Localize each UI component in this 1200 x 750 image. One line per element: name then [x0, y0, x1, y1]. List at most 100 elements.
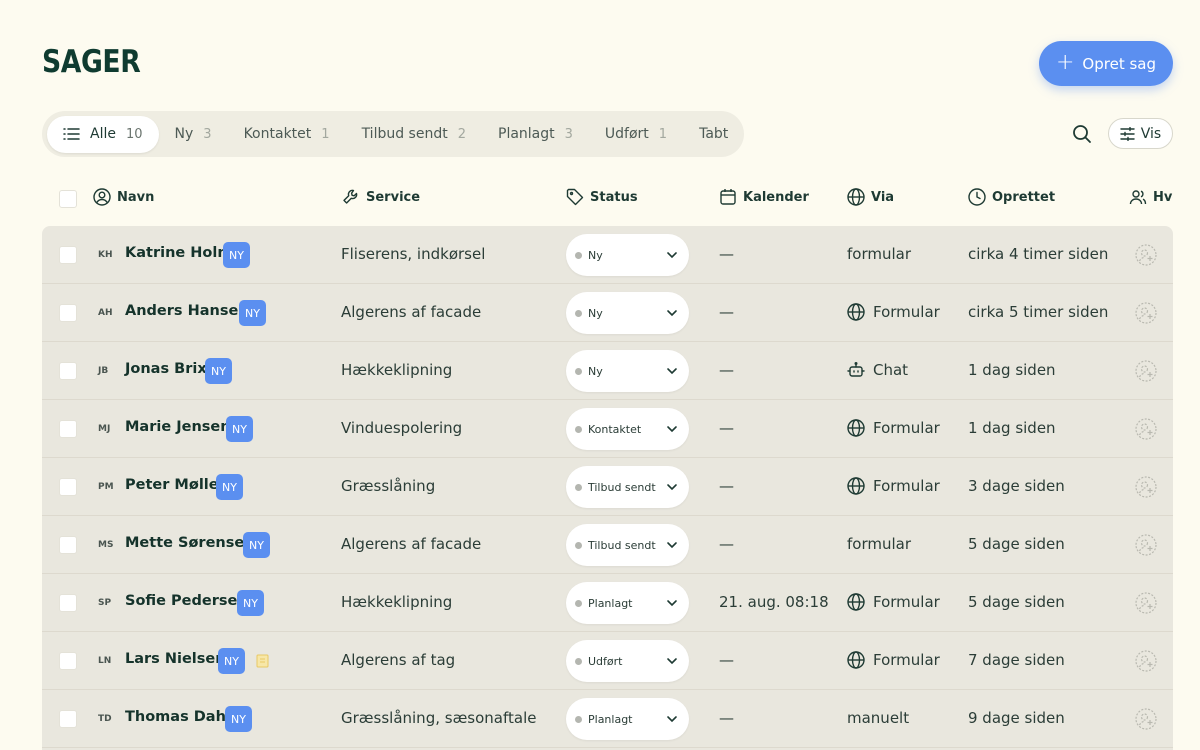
- customer-name[interactable]: Thomas Dahl: [125, 709, 231, 725]
- calendar-value: —: [719, 361, 734, 379]
- via-value: manuelt: [847, 709, 910, 727]
- tab-alle[interactable]: Alle 10: [47, 115, 159, 153]
- row-checkbox[interactable]: [59, 652, 77, 670]
- add-user-icon[interactable]: [1135, 302, 1157, 324]
- row-checkbox[interactable]: [59, 420, 77, 438]
- table-row[interactable]: PM Peter Møller NY Græsslåning Tilbud se…: [42, 458, 1173, 516]
- calendar-value: —: [719, 477, 734, 495]
- via-cell: manuelt: [847, 709, 909, 727]
- avatar: JB: [98, 366, 109, 376]
- tab-count: 3: [564, 126, 573, 142]
- select-all-checkbox[interactable]: [59, 190, 77, 208]
- calendar-value: —: [719, 303, 734, 321]
- table-row[interactable]: MS Mette Sørensen NY Algerens af facade …: [42, 516, 1173, 574]
- row-checkbox[interactable]: [59, 304, 77, 322]
- customer-name[interactable]: Sofie Pedersen: [125, 593, 248, 609]
- status-dropdown[interactable]: Ny: [566, 292, 689, 334]
- status-dropdown[interactable]: Tilbud sendt: [566, 466, 689, 508]
- column-label: Kalender: [743, 189, 809, 205]
- status-dot: [575, 367, 582, 375]
- created-value: 7 dage siden: [968, 651, 1065, 669]
- row-checkbox[interactable]: [59, 246, 77, 264]
- status-dropdown[interactable]: Ny: [566, 350, 689, 392]
- tab-tilbud-sendt[interactable]: Tilbud sendt 2: [346, 116, 482, 153]
- note-icon[interactable]: [256, 654, 269, 668]
- table-header: Navn Service Status Kalender Via Oprette…: [42, 176, 1173, 218]
- customer-name[interactable]: Mette Sørensen: [125, 535, 255, 551]
- tab-label: Ny: [174, 126, 194, 142]
- table-row[interactable]: JB Jonas Brix NY Hækkeklipning Ny — Chat…: [42, 342, 1173, 400]
- column-header-name[interactable]: Navn: [93, 188, 154, 206]
- service-text: Algerens af tag: [341, 651, 456, 669]
- status-value: Ny: [588, 248, 603, 262]
- tab-label: Planlagt: [498, 126, 555, 142]
- tab-udfoert[interactable]: Udført 1: [589, 116, 683, 153]
- status-dropdown[interactable]: Planlagt: [566, 582, 689, 624]
- new-badge: NY: [205, 358, 232, 384]
- row-checkbox[interactable]: [59, 362, 77, 380]
- add-user-icon[interactable]: [1135, 650, 1157, 672]
- table-row[interactable]: TD Thomas Dahl NY Græsslåning, sæsonafta…: [42, 690, 1173, 748]
- column-header-service[interactable]: Service: [342, 188, 420, 206]
- status-dot: [575, 251, 582, 259]
- tab-tabt[interactable]: Tabt: [683, 116, 744, 153]
- column-header-status[interactable]: Status: [566, 188, 638, 206]
- customer-name[interactable]: Lars Nielsen: [125, 651, 226, 667]
- via-cell: formular: [847, 245, 911, 263]
- table-row[interactable]: KH Katrine Holm NY Fliserens, indkørsel …: [42, 226, 1173, 284]
- new-badge: NY: [225, 706, 252, 732]
- status-value: Kontaktet: [588, 422, 642, 436]
- table-row[interactable]: MJ Marie Jensen NY Vinduespolering Konta…: [42, 400, 1173, 458]
- add-user-icon[interactable]: [1135, 534, 1157, 556]
- tab-ny[interactable]: Ny 3: [159, 116, 228, 153]
- tab-kontaktet[interactable]: Kontaktet 1: [228, 116, 346, 153]
- table-row[interactable]: LN Lars Nielsen NY Algerens af tag Udfør…: [42, 632, 1173, 690]
- status-dot: [575, 599, 582, 607]
- add-user-icon[interactable]: [1135, 244, 1157, 266]
- status-dropdown[interactable]: Udført: [566, 640, 689, 682]
- calendar-value: —: [719, 245, 734, 263]
- via-value: formular: [847, 245, 912, 263]
- column-header-assignee[interactable]: Hvem: [1129, 188, 1173, 206]
- table-row[interactable]: SP Sofie Pedersen NY Hækkeklipning Planl…: [42, 574, 1173, 632]
- add-user-icon[interactable]: [1135, 418, 1157, 440]
- customer-name[interactable]: Jonas Brix: [125, 361, 207, 377]
- via-cell: Formular: [847, 593, 940, 611]
- row-checkbox[interactable]: [59, 594, 77, 612]
- row-checkbox[interactable]: [59, 478, 77, 496]
- status-dropdown[interactable]: Ny: [566, 234, 689, 276]
- column-header-calendar[interactable]: Kalender: [719, 188, 809, 206]
- customer-name[interactable]: Katrine Holm: [125, 245, 232, 261]
- status-dropdown[interactable]: Planlagt: [566, 698, 689, 740]
- add-user-icon[interactable]: [1135, 476, 1157, 498]
- cases-table: KH Katrine Holm NY Fliserens, indkørsel …: [42, 226, 1173, 750]
- avatar: MS: [98, 540, 114, 550]
- create-case-label: Opret sag: [1082, 54, 1156, 73]
- tab-count: 10: [125, 126, 143, 142]
- add-user-icon[interactable]: [1135, 360, 1157, 382]
- tab-planlagt[interactable]: Planlagt 3: [482, 116, 589, 153]
- search-icon[interactable]: [1071, 123, 1093, 145]
- tab-count: 1: [321, 126, 330, 142]
- globe-icon: [847, 593, 865, 611]
- add-user-icon[interactable]: [1135, 592, 1157, 614]
- add-user-icon[interactable]: [1135, 708, 1157, 730]
- chevron-down-icon: [667, 368, 677, 375]
- view-options-button[interactable]: Vis: [1108, 118, 1173, 149]
- status-value: Ny: [588, 306, 603, 320]
- create-case-button[interactable]: + Opret sag: [1039, 41, 1173, 86]
- row-checkbox[interactable]: [59, 710, 77, 728]
- customer-name[interactable]: Peter Møller: [125, 477, 226, 493]
- status-dropdown[interactable]: Kontaktet: [566, 408, 689, 450]
- column-header-created[interactable]: Oprettet: [968, 188, 1055, 206]
- customer-name[interactable]: Anders Hansen: [125, 303, 249, 319]
- status-dropdown[interactable]: Tilbud sendt: [566, 524, 689, 566]
- calendar-value: —: [719, 651, 734, 669]
- plus-icon: +: [1055, 49, 1075, 75]
- column-label: Status: [590, 189, 638, 205]
- status-dot: [575, 541, 582, 549]
- table-row[interactable]: AH Anders Hansen NY Algerens af facade N…: [42, 284, 1173, 342]
- row-checkbox[interactable]: [59, 536, 77, 554]
- column-header-via[interactable]: Via: [847, 188, 894, 206]
- customer-name[interactable]: Marie Jensen: [125, 419, 231, 435]
